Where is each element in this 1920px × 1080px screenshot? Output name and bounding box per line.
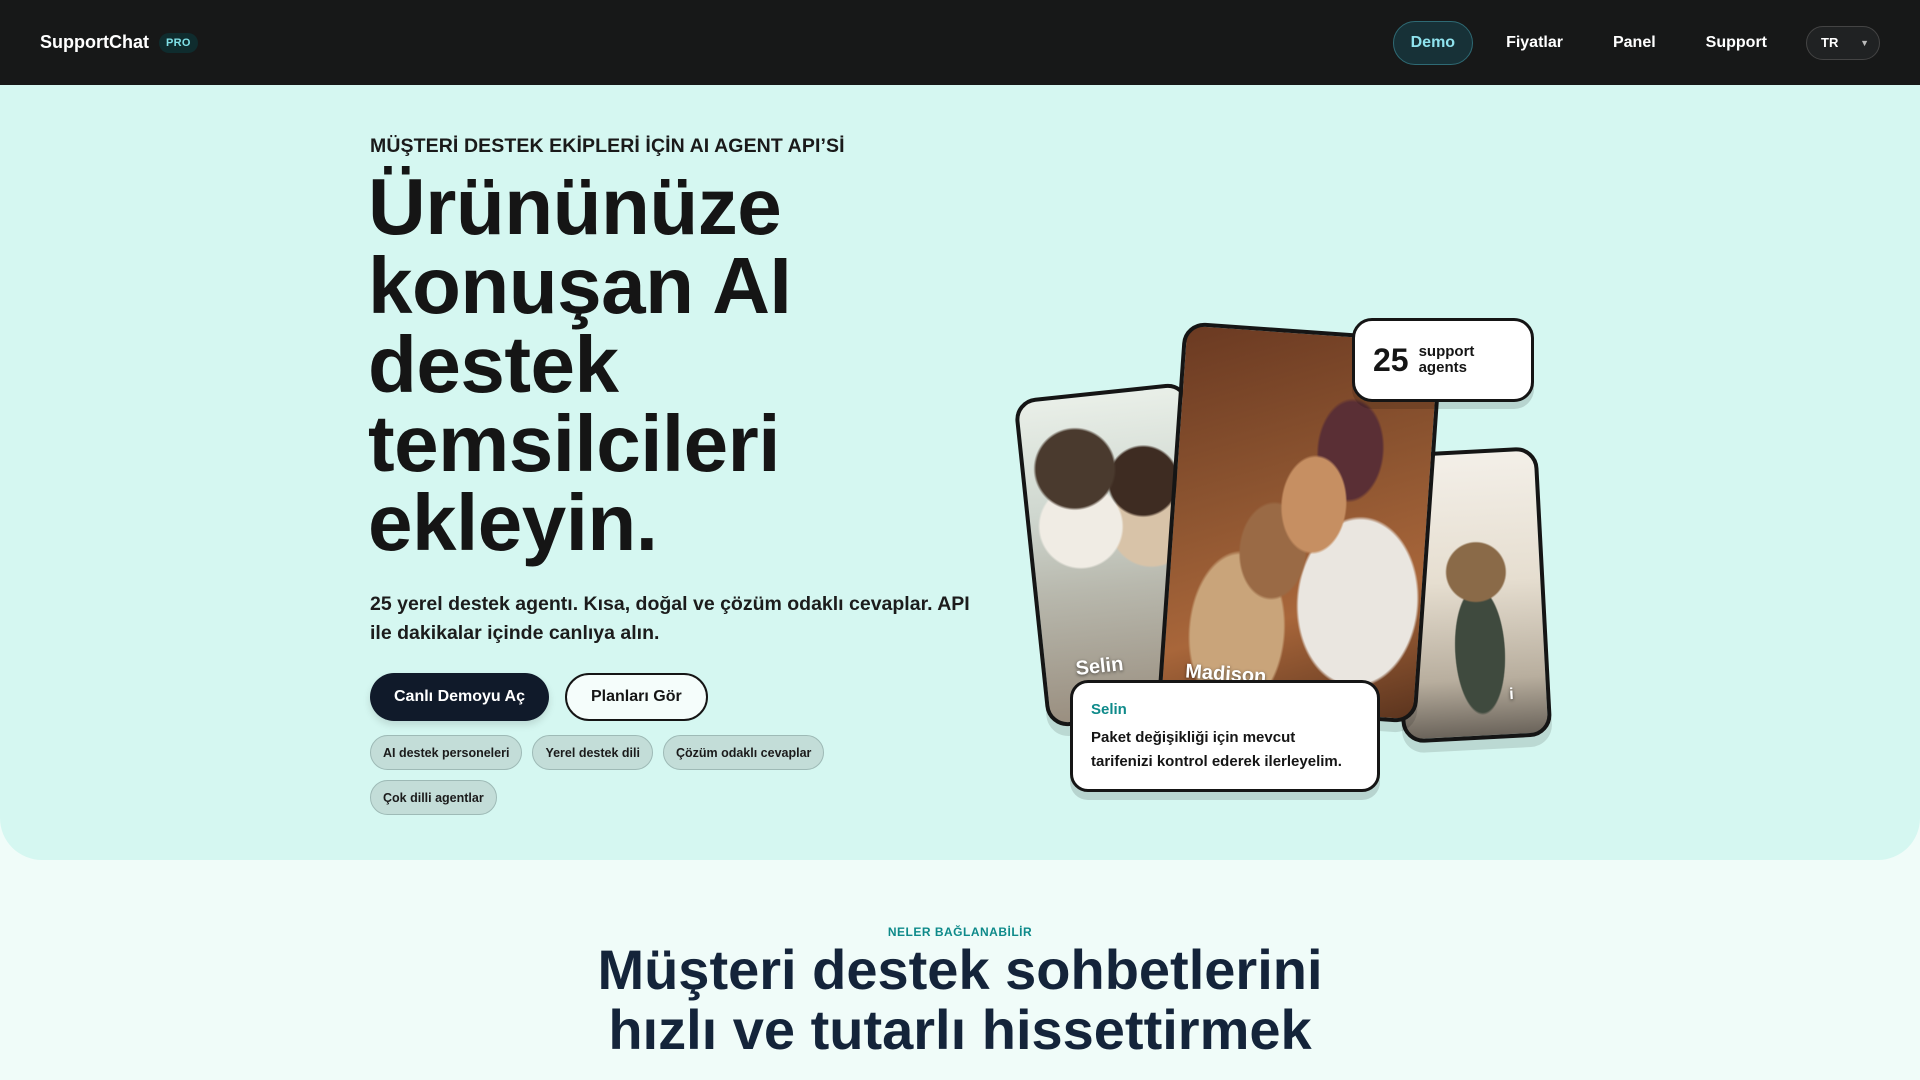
- chat-bubble-message: Paket değişikliği için mevcut tarifenizi…: [1091, 729, 1342, 770]
- nav-demo-link[interactable]: Demo: [1392, 20, 1474, 65]
- section-title: Müşteri destek sohbetlerini hızlı ve tut…: [597, 938, 1323, 1061]
- caret-down-icon: ▼: [1860, 37, 1869, 48]
- pro-badge: PRO: [158, 32, 198, 53]
- chat-bubble: Selin Paket değişikliği için mevcut tari…: [1070, 680, 1380, 792]
- cta-row: Canlı Demoyu Aç Planları Gör: [370, 673, 708, 721]
- hero-section: MÜŞTERİ DESTEK EKİPLERİ İÇİN AI AGENT AP…: [0, 85, 1920, 860]
- agents-count-label: support agents: [1418, 343, 1475, 376]
- language-value: TR: [1821, 35, 1839, 50]
- chip-solution-focused-answers[interactable]: Çözüm odaklı cevaplar: [662, 735, 825, 770]
- top-navbar: SupportChat PRO Demo Fiyatlar Panel Supp…: [0, 0, 1920, 85]
- open-live-demo-button[interactable]: Canlı Demoyu Aç: [370, 673, 549, 721]
- feature-chips: AI destek personeleri Yerel destek dili …: [370, 735, 890, 815]
- agent-card-name: Selin: [1074, 653, 1125, 680]
- chip-multilingual-agents[interactable]: Çok dilli agentlar: [370, 780, 497, 815]
- nav-panel-link[interactable]: Panel: [1596, 22, 1673, 64]
- brand[interactable]: SupportChat PRO: [40, 32, 198, 53]
- agents-count: 25: [1373, 341, 1409, 378]
- language-select[interactable]: TR ▼: [1806, 25, 1880, 60]
- hero-subtitle: 25 yerel destek agentı. Kısa, doğal ve ç…: [370, 593, 970, 644]
- chip-ai-support-staff[interactable]: AI destek personeleri: [370, 735, 523, 770]
- chat-bubble-sender: Selin: [1091, 701, 1127, 718]
- hero-title: Ürününüze konuşan AI destek temsilcileri…: [368, 162, 792, 567]
- main-nav: Demo Fiyatlar Panel Support TR ▼: [1392, 20, 1880, 65]
- nav-pricing-link[interactable]: Fiyatlar: [1489, 22, 1580, 64]
- agent-card-name: i: [1508, 685, 1515, 704]
- brand-name[interactable]: SupportChat: [40, 32, 149, 53]
- view-plans-button[interactable]: Planları Gör: [565, 673, 708, 721]
- hero-eyebrow: MÜŞTERİ DESTEK EKİPLERİ İÇİN AI AGENT AP…: [370, 135, 845, 157]
- nav-support-link[interactable]: Support: [1689, 22, 1784, 64]
- section-eyebrow: NELER BAĞLANABİLİR: [887, 925, 1033, 939]
- hero-illustration: Selin i Madison 25 support agents Selin …: [1000, 300, 1600, 820]
- agents-count-badge: 25 support agents: [1352, 318, 1534, 402]
- chip-local-support-language[interactable]: Yerel destek dili: [532, 735, 653, 770]
